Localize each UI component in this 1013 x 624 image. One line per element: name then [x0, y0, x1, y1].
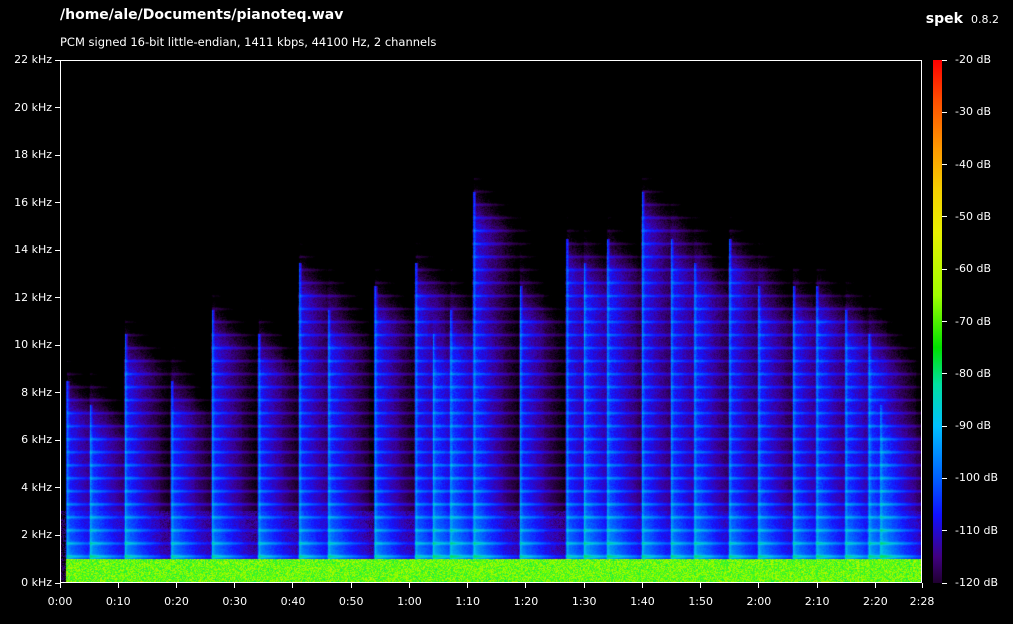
colorbar-tick-label: -80 dB [955, 366, 991, 380]
colorbar-tick-label: -100 dB [955, 471, 998, 485]
colorbar-tick-mark [942, 321, 947, 322]
colorbar-tick-label: -40 dB [955, 157, 991, 171]
x-tick-mark [292, 583, 294, 588]
y-tick-label: 14 kHz [14, 243, 52, 257]
app-brand: spek 0.8.2 [926, 8, 999, 27]
colorbar-tick-label: -20 dB [955, 53, 991, 66]
x-tick-mark [758, 583, 760, 588]
y-tick-label: 12 kHz [14, 290, 52, 304]
colorbar-tick-label: -50 dB [955, 209, 991, 223]
x-tick-mark [408, 583, 410, 588]
y-tick-label: 10 kHz [14, 338, 52, 352]
x-tick-label: 0:40 [280, 595, 306, 608]
y-tick-mark [55, 59, 60, 61]
y-tick-mark [55, 487, 60, 489]
spectrogram-plot[interactable] [60, 60, 922, 583]
x-tick-label: 1:00 [397, 595, 422, 608]
x-tick-mark [583, 583, 585, 588]
colorbar-tick-label: -90 dB [955, 419, 991, 433]
colorbar-tick-mark [942, 530, 947, 532]
file-info-subtitle: PCM signed 16-bit little-endian, 1411 kb… [60, 35, 437, 49]
colorbar-tick-mark [942, 477, 947, 479]
x-tick-label: 1:30 [571, 595, 597, 608]
y-tick-mark [55, 439, 60, 441]
y-tick-label: 16 kHz [14, 195, 52, 209]
x-tick-label: 1:10 [455, 595, 481, 608]
colorbar-tick-label: -30 dB [955, 105, 991, 119]
x-tick-label: 0:50 [338, 595, 364, 608]
y-tick-mark [55, 534, 60, 536]
colorbar-tick-mark [942, 216, 947, 218]
x-tick-mark [921, 583, 923, 588]
x-tick-mark [700, 583, 702, 588]
x-tick-mark [350, 583, 352, 588]
y-tick-label: 8 kHz [21, 385, 52, 399]
y-tick-mark [55, 202, 60, 204]
y-tick-label: 0 kHz [21, 576, 52, 589]
y-tick-label: 2 kHz [21, 528, 52, 542]
x-tick-label: 2:00 [746, 595, 772, 608]
y-tick-mark [55, 297, 60, 299]
colorbar-tick-mark [942, 425, 947, 427]
spectrogram-canvas [61, 61, 921, 582]
colorbar-tick-mark [942, 373, 947, 375]
app-version: 0.8.2 [971, 13, 999, 26]
x-tick-mark [59, 583, 61, 588]
y-tick-label: 22 kHz [14, 53, 52, 66]
db-colorbar [933, 60, 942, 583]
y-tick-mark [55, 392, 60, 394]
spek-window: /home/ale/Documents/pianoteq.wav PCM sig… [0, 0, 1013, 624]
colorbar-tick-label: -110 dB [955, 523, 998, 537]
x-tick-label: 1:40 [630, 595, 655, 608]
y-tick-label: 20 kHz [14, 100, 52, 114]
y-tick-label: 6 kHz [21, 433, 52, 447]
x-tick-label: 0:30 [222, 595, 248, 608]
colorbar-tick-label: -120 dB [955, 576, 998, 589]
colorbar-tick-mark [942, 268, 947, 270]
x-tick-mark [175, 583, 177, 588]
x-tick-label: 1:20 [513, 595, 539, 608]
colorbar-tick-mark [942, 59, 947, 61]
x-tick-mark [467, 583, 469, 588]
colorbar-tick-mark [942, 111, 947, 113]
colorbar-tick-mark [942, 164, 947, 166]
x-tick-label: 0:10 [105, 595, 131, 608]
colorbar-tick-mark [942, 582, 947, 584]
colorbar-tick-label: -70 dB [955, 314, 991, 328]
file-path-title: /home/ale/Documents/pianoteq.wav [60, 7, 344, 23]
x-tick-mark [816, 583, 818, 588]
x-tick-mark [525, 583, 527, 588]
y-tick-label: 4 kHz [21, 480, 52, 494]
x-tick-mark [641, 583, 643, 588]
x-tick-label: 2:28 [909, 595, 935, 608]
x-tick-mark [234, 583, 236, 588]
x-tick-mark [117, 583, 119, 588]
y-tick-mark [55, 154, 60, 156]
x-tick-label: 0:00 [47, 595, 73, 608]
x-tick-mark [874, 583, 876, 588]
y-tick-label: 18 kHz [14, 148, 52, 162]
x-tick-label: 0:20 [164, 595, 189, 608]
x-tick-label: 2:20 [863, 595, 888, 608]
colorbar-tick-label: -60 dB [955, 262, 991, 276]
x-tick-label: 2:10 [804, 595, 830, 608]
x-tick-label: 1:50 [688, 595, 714, 608]
app-name: spek [925, 11, 963, 27]
y-tick-mark [55, 344, 60, 346]
y-tick-mark [55, 249, 60, 251]
y-tick-mark [55, 107, 60, 109]
